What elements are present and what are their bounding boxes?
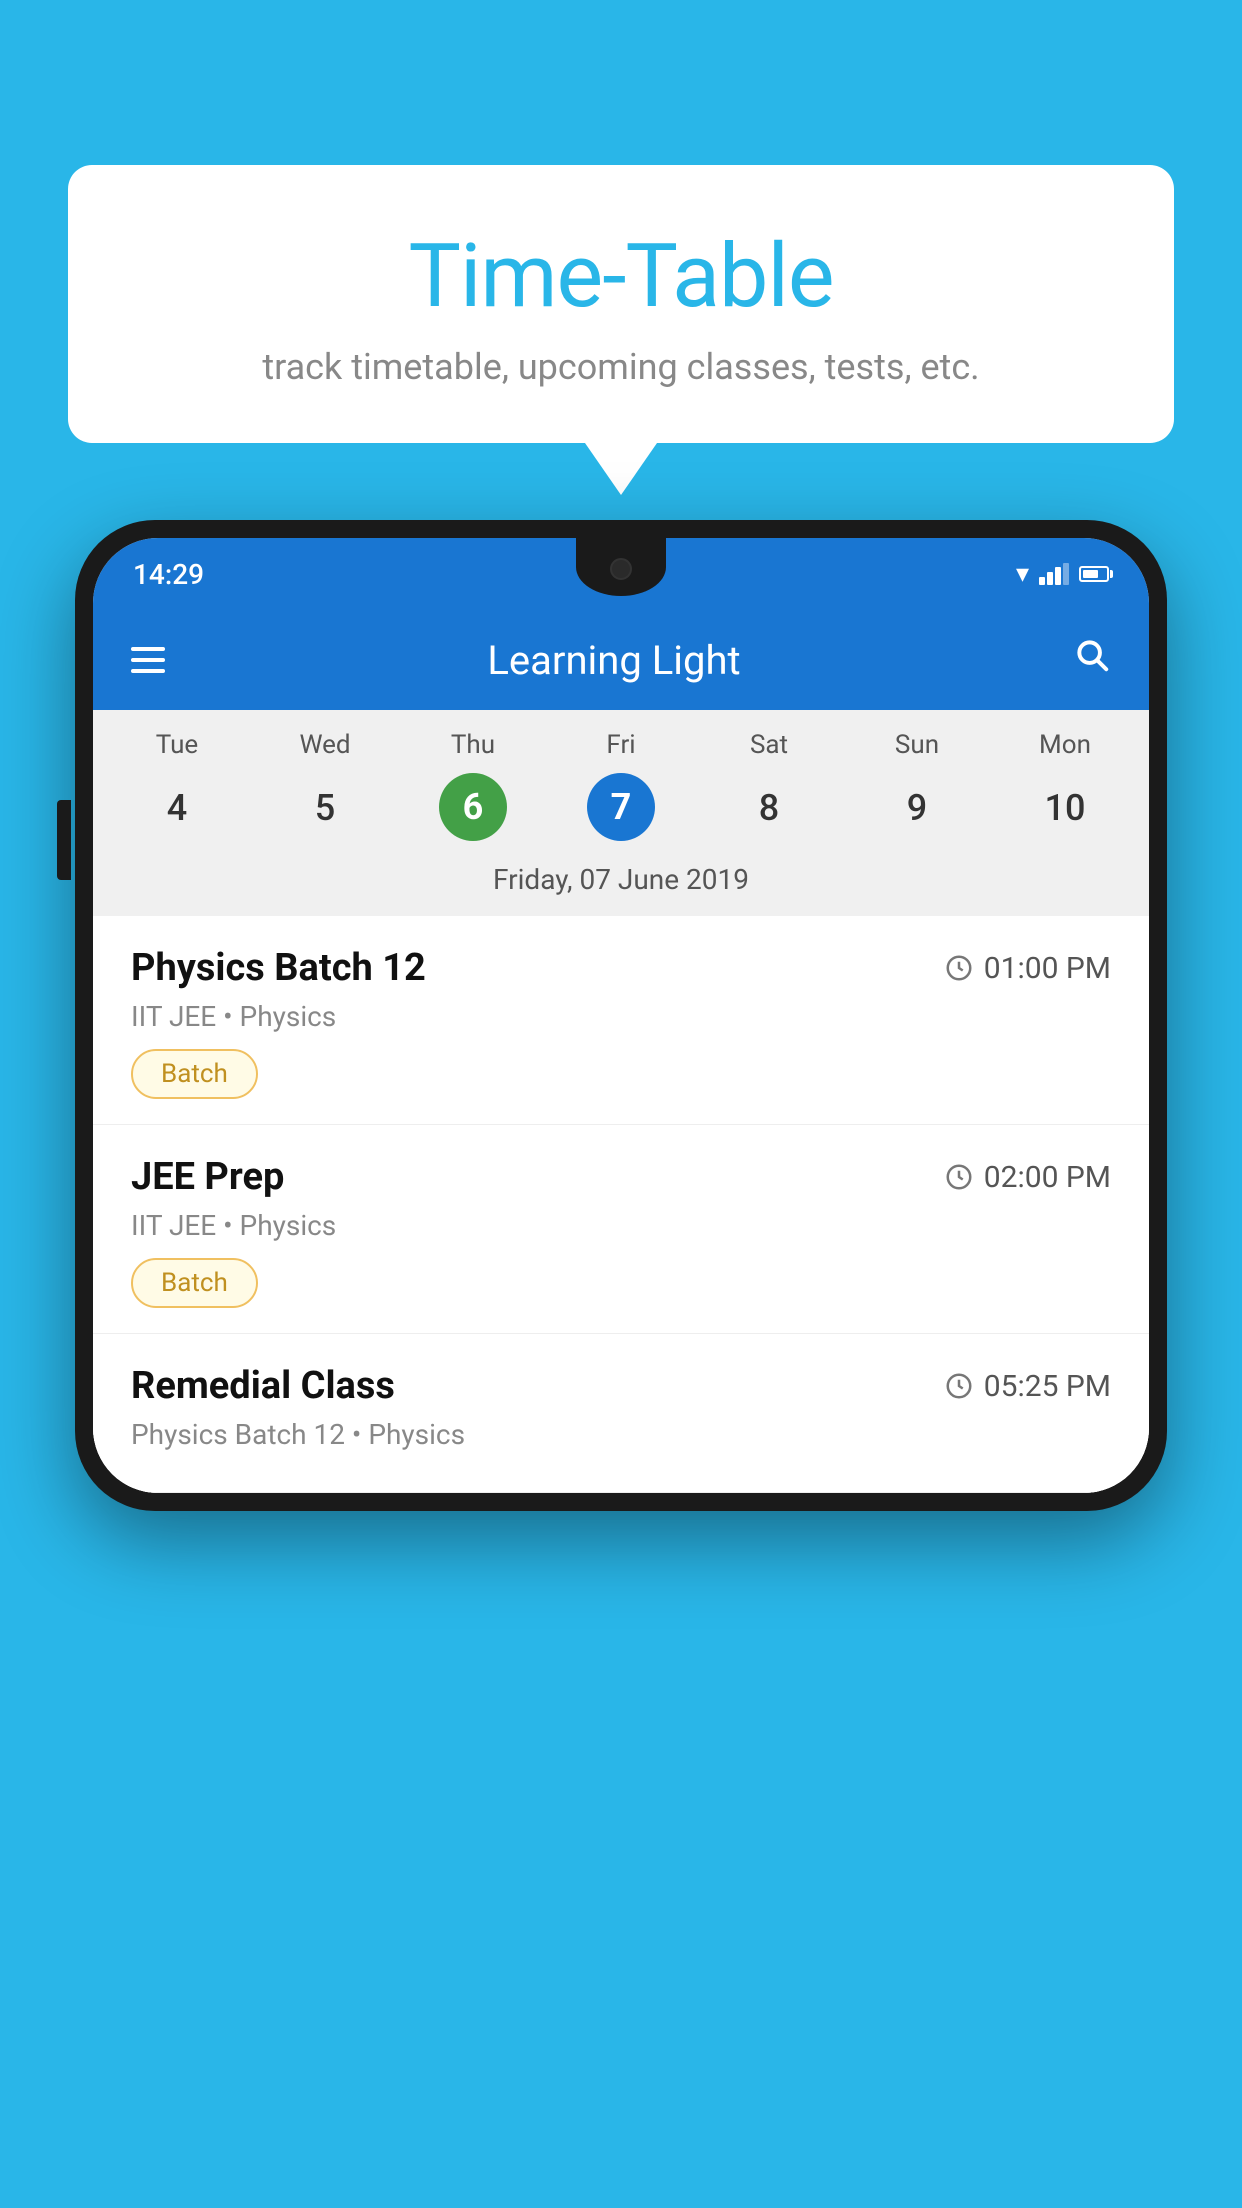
app-title: Learning Light xyxy=(195,637,1033,684)
day-thu[interactable]: Thu xyxy=(399,730,547,760)
batch-badge-2: Batch xyxy=(131,1258,258,1308)
day-fri[interactable]: Fri xyxy=(547,730,695,760)
schedule-time-2: 02:00 PM xyxy=(944,1160,1111,1195)
day-tue[interactable]: Tue xyxy=(103,730,251,760)
speech-bubble: Time-Table track timetable, upcoming cla… xyxy=(68,165,1174,443)
phone-mockup: 14:29 ▾ xyxy=(75,520,1167,2208)
bubble-subtitle: track timetable, upcoming classes, tests… xyxy=(118,346,1124,388)
wifi-icon: ▾ xyxy=(1016,559,1029,589)
app-bar: Learning Light xyxy=(93,610,1149,710)
status-bar: 14:29 ▾ xyxy=(93,538,1149,610)
clock-icon-1 xyxy=(944,953,974,983)
date-7-selected[interactable]: 7 xyxy=(587,773,655,841)
schedule-time-3: 05:25 PM xyxy=(944,1369,1111,1404)
schedule-item-1[interactable]: Physics Batch 12 01:00 PM IIT JEE • Phys… xyxy=(93,916,1149,1125)
speech-bubble-container: Time-Table track timetable, upcoming cla… xyxy=(68,165,1174,443)
schedule-item-2-header: JEE Prep 02:00 PM xyxy=(131,1155,1111,1199)
schedule-title-3: Remedial Class xyxy=(131,1364,395,1408)
schedule-title-2: JEE Prep xyxy=(131,1155,284,1199)
time-label-2: 02:00 PM xyxy=(984,1160,1111,1195)
time-label-3: 05:25 PM xyxy=(984,1369,1111,1404)
schedule-item-1-header: Physics Batch 12 01:00 PM xyxy=(131,946,1111,990)
day-wed[interactable]: Wed xyxy=(251,730,399,760)
schedule-container: Physics Batch 12 01:00 PM IIT JEE • Phys… xyxy=(93,916,1149,1493)
schedule-time-1: 01:00 PM xyxy=(944,951,1111,986)
status-icons: ▾ xyxy=(1016,559,1109,589)
batch-badge-1: Batch xyxy=(131,1049,258,1099)
battery-icon xyxy=(1079,566,1109,582)
bubble-title: Time-Table xyxy=(118,225,1124,328)
clock-icon-3 xyxy=(944,1371,974,1401)
schedule-meta-2: IIT JEE • Physics xyxy=(131,1209,1111,1242)
date-6-today[interactable]: 6 xyxy=(439,773,507,841)
date-4[interactable]: 4 xyxy=(103,773,251,843)
date-5[interactable]: 5 xyxy=(251,773,399,843)
phone-outer: 14:29 ▾ xyxy=(75,520,1167,1511)
calendar-strip: Tue Wed Thu Fri Sat Sun Mon 4 5 6 7 8 9 … xyxy=(93,710,1149,916)
schedule-title-1: Physics Batch 12 xyxy=(131,946,426,990)
hamburger-icon[interactable] xyxy=(131,647,165,673)
clock-icon-2 xyxy=(944,1162,974,1192)
phone-screen: 14:29 ▾ xyxy=(93,538,1149,1493)
days-numbers: 4 5 6 7 8 9 10 xyxy=(93,768,1149,853)
schedule-meta-3: Physics Batch 12 • Physics xyxy=(131,1418,1111,1451)
schedule-item-2[interactable]: JEE Prep 02:00 PM IIT JEE • Physics Batc… xyxy=(93,1125,1149,1334)
search-icon[interactable] xyxy=(1073,636,1111,684)
signal-icon xyxy=(1039,563,1069,585)
day-sat[interactable]: Sat xyxy=(695,730,843,760)
date-10[interactable]: 10 xyxy=(991,773,1139,843)
schedule-item-3[interactable]: Remedial Class 05:25 PM Physics Batch 12… xyxy=(93,1334,1149,1493)
date-9[interactable]: 9 xyxy=(843,773,991,843)
schedule-meta-1: IIT JEE • Physics xyxy=(131,1000,1111,1033)
selected-date-label: Friday, 07 June 2019 xyxy=(93,853,1149,916)
time-label-1: 01:00 PM xyxy=(984,951,1111,986)
days-header: Tue Wed Thu Fri Sat Sun Mon xyxy=(93,710,1149,768)
day-sun[interactable]: Sun xyxy=(843,730,991,760)
status-time: 14:29 xyxy=(133,558,204,591)
date-8[interactable]: 8 xyxy=(695,773,843,843)
schedule-item-3-header: Remedial Class 05:25 PM xyxy=(131,1364,1111,1408)
day-mon[interactable]: Mon xyxy=(991,730,1139,760)
camera-dot xyxy=(610,558,632,580)
